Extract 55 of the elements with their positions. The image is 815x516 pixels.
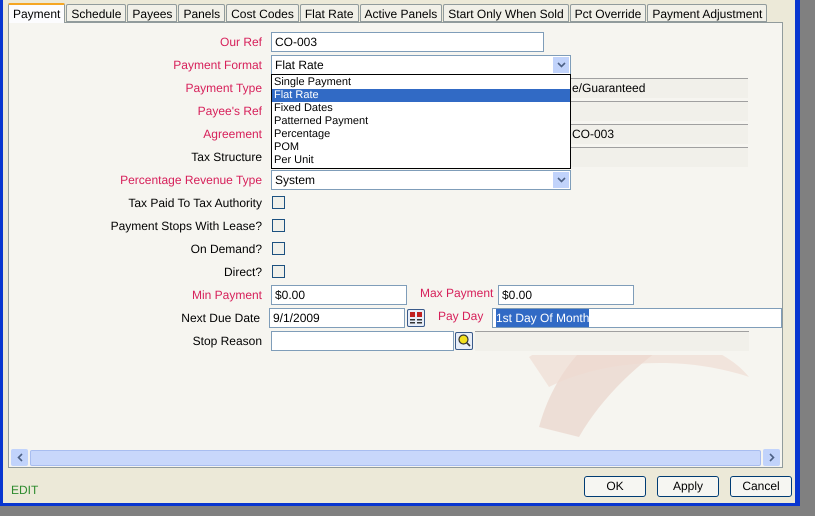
tab[interactable]: Flat Rate (300, 4, 359, 22)
dialog-button[interactable]: OK (584, 476, 646, 496)
search-icon[interactable] (455, 332, 473, 350)
field-label: Tax Paid To Tax Authority (127, 194, 262, 212)
dropdown-option[interactable]: Single Payment (272, 76, 570, 88)
checkbox[interactable] (272, 196, 285, 209)
dropdown-field[interactable]: System (271, 170, 571, 190)
tab[interactable]: Schedule (66, 4, 126, 22)
field-label: Payment Format (172, 56, 262, 74)
chevron-right-icon[interactable] (763, 449, 780, 466)
dropdown-option[interactable]: Per Unit (272, 154, 570, 166)
field-label: Payment Stops With Lease? (110, 218, 262, 234)
field-label: Pay Day (438, 308, 484, 324)
checkbox[interactable] (272, 219, 285, 232)
dropdown-field[interactable]: Flat Rate (271, 54, 571, 74)
tab[interactable]: Start Only When Sold (443, 4, 569, 22)
chevron-down-icon (553, 172, 569, 188)
field-label: Payee's Ref (196, 102, 262, 120)
field-label: Payment Type (184, 80, 262, 96)
tab[interactable]: Pct Override (570, 4, 646, 22)
dropdown-option[interactable]: Fixed Dates (272, 102, 570, 114)
text-field[interactable]: CO-003 (271, 32, 544, 52)
text-field[interactable]: $0.00 (498, 284, 634, 304)
text-field[interactable]: $0.00 (271, 284, 407, 304)
tab[interactable]: Payment (8, 3, 66, 23)
field-label: Tax Structure (190, 148, 262, 166)
dropdown-option[interactable]: Flat Rate (272, 88, 570, 102)
tab[interactable]: Panels (178, 4, 226, 22)
dropdown-option[interactable]: POM (272, 140, 570, 154)
field-label: Our Ref (218, 34, 262, 50)
field-label: Min Payment (190, 286, 262, 304)
tab[interactable]: Payees (127, 4, 178, 22)
text-field[interactable] (271, 330, 454, 350)
dialog-button[interactable]: Apply (657, 476, 719, 496)
field-label: Stop Reason (192, 332, 262, 350)
field-label: Percentage Revenue Type (119, 172, 262, 188)
field-label: Direct? (222, 264, 262, 280)
date-field[interactable]: 9/1/2009 (269, 308, 405, 328)
field-label: Agreement (202, 126, 262, 142)
dropdown-option[interactable]: Patterned Payment (272, 114, 570, 128)
field-label: Max Payment (420, 284, 494, 302)
chevron-down-icon (553, 56, 569, 72)
dropdown-field[interactable]: 1st Day Of Month (492, 308, 782, 328)
tab[interactable]: Active Panels (360, 4, 442, 22)
tab[interactable]: Cost Codes (226, 4, 299, 22)
status-text: EDIT (11, 482, 38, 499)
tab[interactable]: Payment Adjustment (647, 4, 768, 22)
field-label: On Demand? (190, 240, 262, 258)
field-label: Next Due Date (180, 310, 260, 326)
checkbox[interactable] (272, 242, 285, 255)
checkbox[interactable] (272, 265, 285, 278)
dropdown-option[interactable]: Percentage (272, 128, 570, 140)
dialog-button[interactable]: Cancel (730, 476, 792, 496)
calendar-icon[interactable] (407, 308, 425, 326)
chevron-left-icon[interactable] (11, 449, 28, 466)
